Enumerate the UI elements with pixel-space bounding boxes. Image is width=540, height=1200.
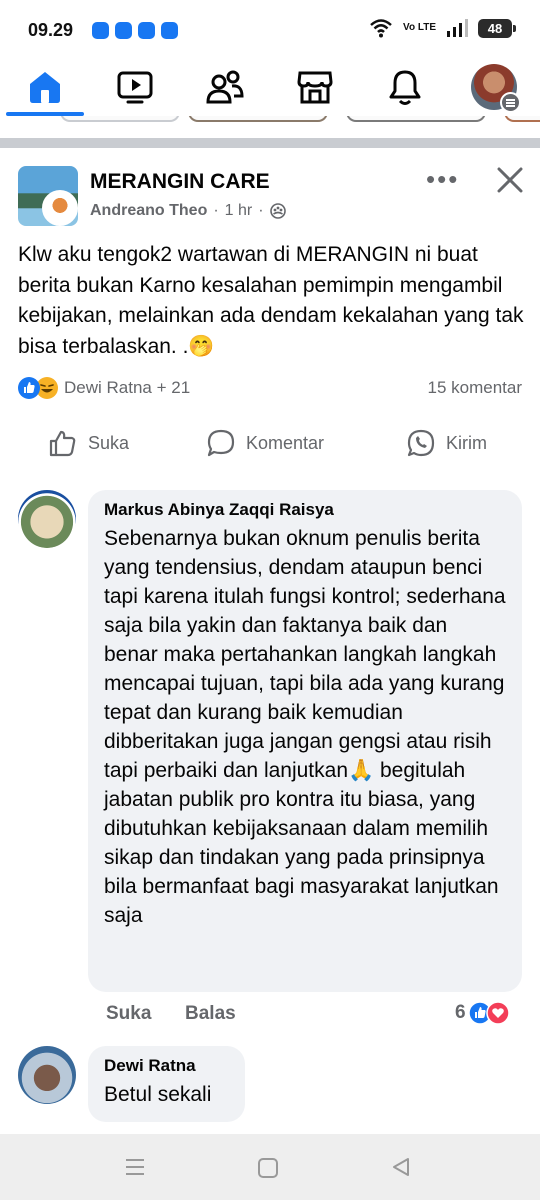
whatsapp-icon <box>407 429 435 457</box>
messenger-notification-icon <box>92 22 109 39</box>
profile-menu-tab[interactable] <box>462 64 526 113</box>
commenter-name[interactable]: Markus Abinya Zaqqi Raisya <box>104 500 506 520</box>
like-button[interactable]: Suka <box>48 428 129 458</box>
comment-reactions[interactable]: 6 <box>455 1001 510 1025</box>
reactors-text: Dewi Ratna + 21 <box>64 378 191 397</box>
like-label: Suka <box>88 432 130 453</box>
story-card[interactable] <box>504 116 540 122</box>
bell-icon <box>389 70 421 105</box>
notification-icons <box>92 22 178 39</box>
close-icon[interactable] <box>494 164 526 196</box>
reactions-summary[interactable]: Dewi Ratna + 21 15 komentar <box>18 374 522 402</box>
comment-bubble: Markus Abinya Zaqqi Raisya Sebenarnya bu… <box>88 490 522 992</box>
comment-reaction-count: 6 <box>455 1002 466 1023</box>
send-button[interactable]: Kirim <box>406 428 487 458</box>
like-reaction-icon <box>18 377 40 399</box>
menu-icon <box>500 92 521 113</box>
post-time[interactable]: 1 hr <box>225 202 253 220</box>
comment-reply-button[interactable]: Balas <box>185 1003 236 1025</box>
like-icon <box>49 430 76 457</box>
stories-strip <box>0 116 540 126</box>
comment-like-button[interactable]: Suka <box>106 1003 151 1025</box>
author-avatar[interactable] <box>42 190 78 226</box>
comment-bubble: Dewi Ratna Betul sekali <box>88 1046 245 1122</box>
post-actions: Suka Komentar Kirim <box>0 428 540 464</box>
gallery-notification-icon <box>161 22 178 39</box>
comment-icon <box>207 429 235 457</box>
reaction-icons <box>18 377 58 399</box>
love-reaction-icon <box>485 1001 510 1025</box>
group-name[interactable]: MERANGIN CARE <box>90 170 270 194</box>
back-icon[interactable] <box>390 1156 412 1178</box>
home-button-icon[interactable] <box>257 1157 279 1179</box>
commenter-avatar[interactable] <box>18 490 76 548</box>
system-navigation-bar <box>0 1134 540 1200</box>
messenger-notification-icon <box>138 22 155 39</box>
video-icon <box>117 71 153 104</box>
commenter-name[interactable]: Dewi Ratna <box>104 1056 229 1076</box>
profile-avatar <box>471 64 521 113</box>
home-icon <box>30 72 60 103</box>
video-tab[interactable] <box>103 64 167 110</box>
post-text: Klw aku tengok2 wartawan di MERANGIN ni … <box>18 243 524 358</box>
comment-text: Sebenarnya bukan oknum penulis berita ya… <box>104 527 506 927</box>
comment-label: Komentar <box>246 432 325 453</box>
comment-button[interactable]: Komentar <box>206 428 324 458</box>
story-card[interactable] <box>60 116 180 122</box>
author-name[interactable]: Andreano Theo <box>90 202 207 220</box>
home-tab[interactable] <box>13 64 77 110</box>
status-right: Vo LTE 48 <box>369 18 516 38</box>
wifi-icon <box>370 19 392 38</box>
status-time: 09.29 <box>28 20 74 40</box>
notifications-tab[interactable] <box>373 64 437 110</box>
send-label: Kirim <box>446 432 487 453</box>
members-privacy-icon <box>269 203 286 219</box>
messenger-notification-icon <box>115 22 132 39</box>
post-meta: Andreano Theo · 1 hr · <box>90 202 286 220</box>
story-card[interactable] <box>346 116 486 122</box>
friends-icon <box>206 70 244 104</box>
battery-indicator: 48 <box>478 18 516 38</box>
recents-icon[interactable] <box>124 1157 146 1177</box>
signal-icon <box>447 19 468 37</box>
comment-count[interactable]: 15 komentar <box>428 378 523 398</box>
meta-separator: · <box>258 202 264 219</box>
section-divider <box>0 138 540 148</box>
meta-separator: · <box>213 202 219 219</box>
status-bar: 09.29 Vo LTE 48 <box>0 0 540 62</box>
story-card[interactable] <box>188 116 328 122</box>
comment-text: Betul sekali <box>104 1083 212 1106</box>
post-header: MERANGIN CARE Andreano Theo · 1 hr · ••• <box>0 160 540 230</box>
more-options-button[interactable]: ••• <box>426 166 459 192</box>
friends-tab[interactable] <box>193 64 257 110</box>
marketplace-tab[interactable] <box>283 64 347 110</box>
volte-label: Vo LTE <box>403 22 436 33</box>
marketplace-icon <box>297 71 333 104</box>
commenter-avatar[interactable] <box>18 1046 76 1104</box>
top-navigation <box>0 62 540 116</box>
